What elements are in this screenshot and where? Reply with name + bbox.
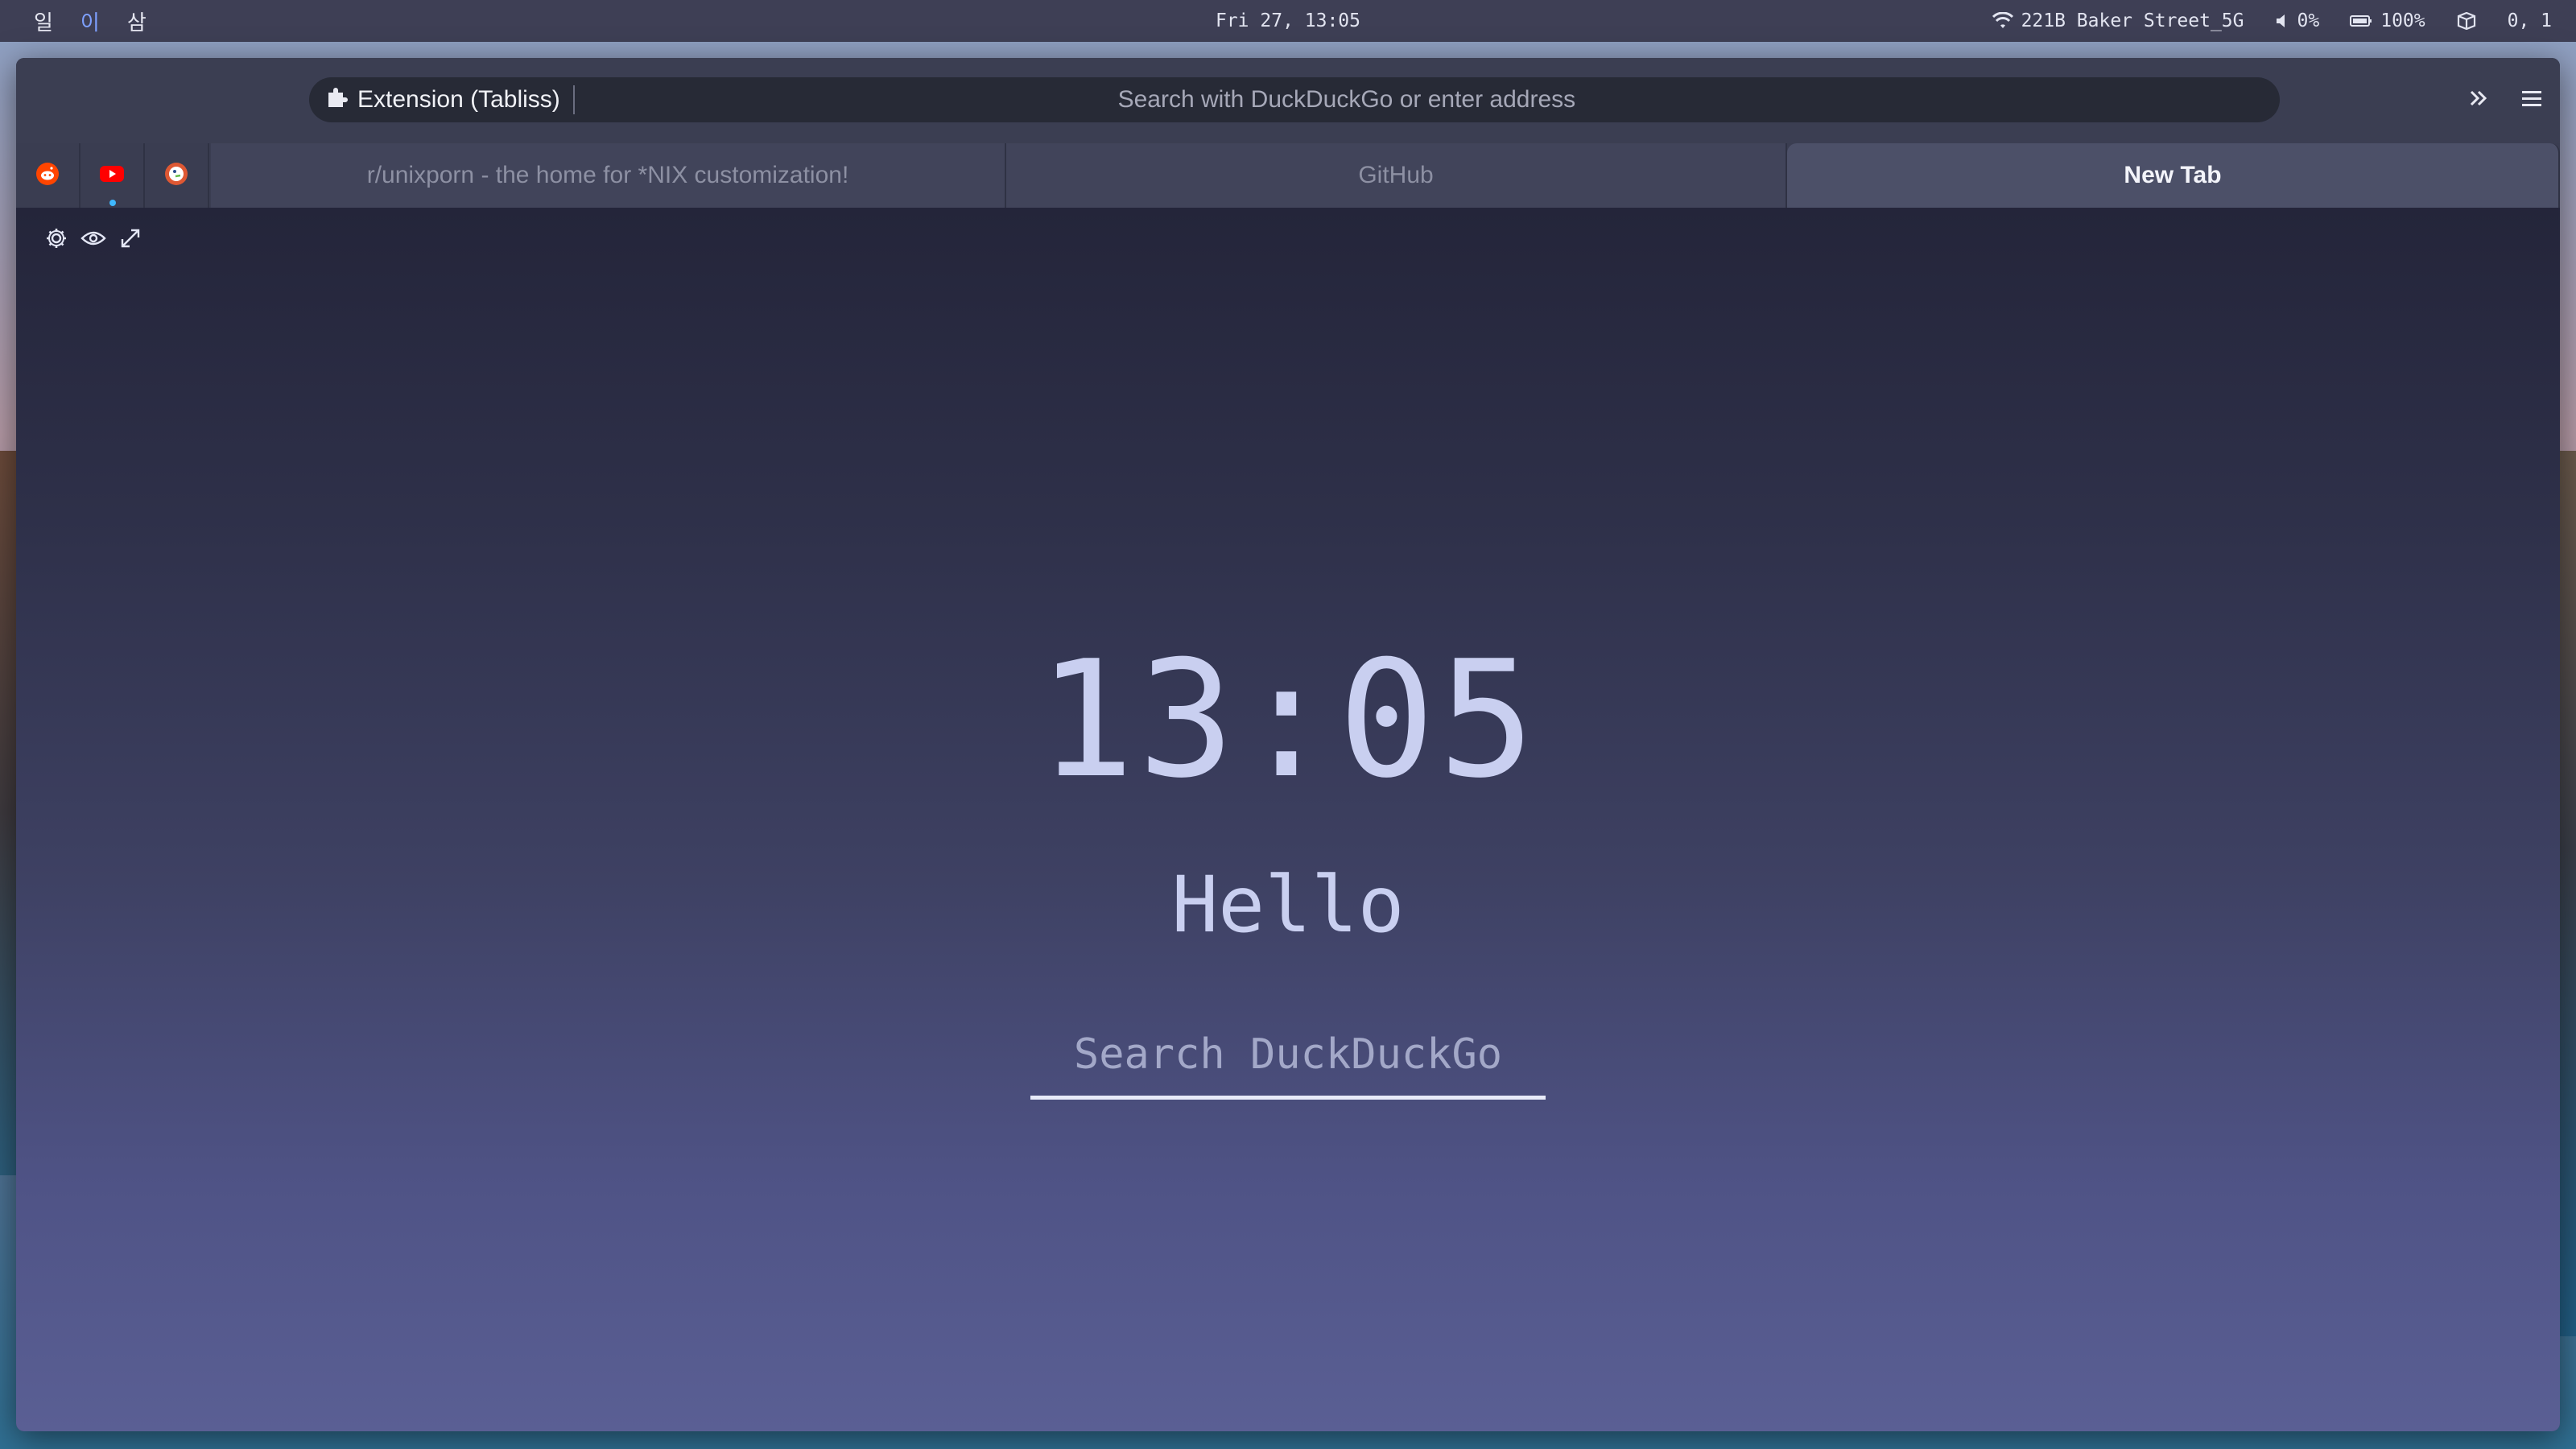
puzzle-icon (325, 85, 349, 115)
eye-icon[interactable] (80, 225, 106, 251)
tab-strip: r/unixporn - the home for *NIX customiza… (16, 143, 2560, 208)
youtube-icon (99, 164, 125, 188)
package-icon[interactable] (2456, 12, 2477, 30)
extension-identity-chip[interactable]: Extension (Tabliss) (309, 85, 575, 114)
browser-window: Extension (Tabliss) Search with DuckDuck… (16, 58, 2560, 1431)
url-placeholder[interactable]: Search with DuckDuckGo or enter address (575, 86, 2280, 114)
reddit-icon (35, 162, 60, 190)
tab-unixporn[interactable]: r/unixporn - the home for *NIX customiza… (211, 143, 1006, 208)
overflow-chevron-icon[interactable] (2467, 86, 2491, 114)
speaker-icon[interactable] (2275, 13, 2289, 29)
battery-icon (2350, 14, 2372, 27)
tab-audio-indicator (109, 200, 116, 206)
clock-time: 13:05 (1037, 626, 1539, 814)
search-box (1030, 1013, 1546, 1100)
wifi-name: 221B Baker Street_5G (2021, 10, 2244, 31)
tab-new-tab[interactable]: New Tab (1787, 143, 2560, 208)
navbar-right-controls (2467, 77, 2542, 122)
search-input[interactable] (1030, 1013, 1546, 1096)
volume-level: 0% (2297, 10, 2320, 31)
browser-navbar: Extension (Tabliss) Search with DuckDuck… (16, 58, 2560, 143)
pinned-tab-reddit[interactable] (16, 143, 80, 208)
system-topbar: 일 이 삼 Fri 27, 13:05 221B Baker Street_5G… (0, 0, 2576, 42)
extension-chip-label: Extension (Tabliss) (357, 86, 560, 113)
tabliss-newtab-page: 13:05 Hello (16, 208, 2560, 1431)
url-bar[interactable]: Extension (Tabliss) Search with DuckDuck… (309, 77, 2280, 122)
battery-level: 100% (2380, 10, 2425, 31)
greeting-text: Hello (1171, 860, 1405, 950)
duckduckgo-icon (164, 162, 188, 190)
wifi-icon[interactable] (1992, 12, 2013, 30)
status-tray: 221B Baker Street_5G 0% 100% 0, 1 (1992, 0, 2552, 42)
pinned-tab-youtube[interactable] (80, 143, 145, 208)
expand-icon[interactable] (118, 225, 143, 251)
pinned-tab-duckduckgo[interactable] (145, 143, 209, 208)
pinned-tabs (16, 143, 209, 208)
gear-icon[interactable] (43, 225, 69, 251)
dashboard-tools (43, 225, 143, 251)
hamburger-menu-icon[interactable] (2521, 89, 2542, 112)
tab-github[interactable]: GitHub (1006, 143, 1787, 208)
layout-status: 0, 1 (2507, 10, 2552, 31)
